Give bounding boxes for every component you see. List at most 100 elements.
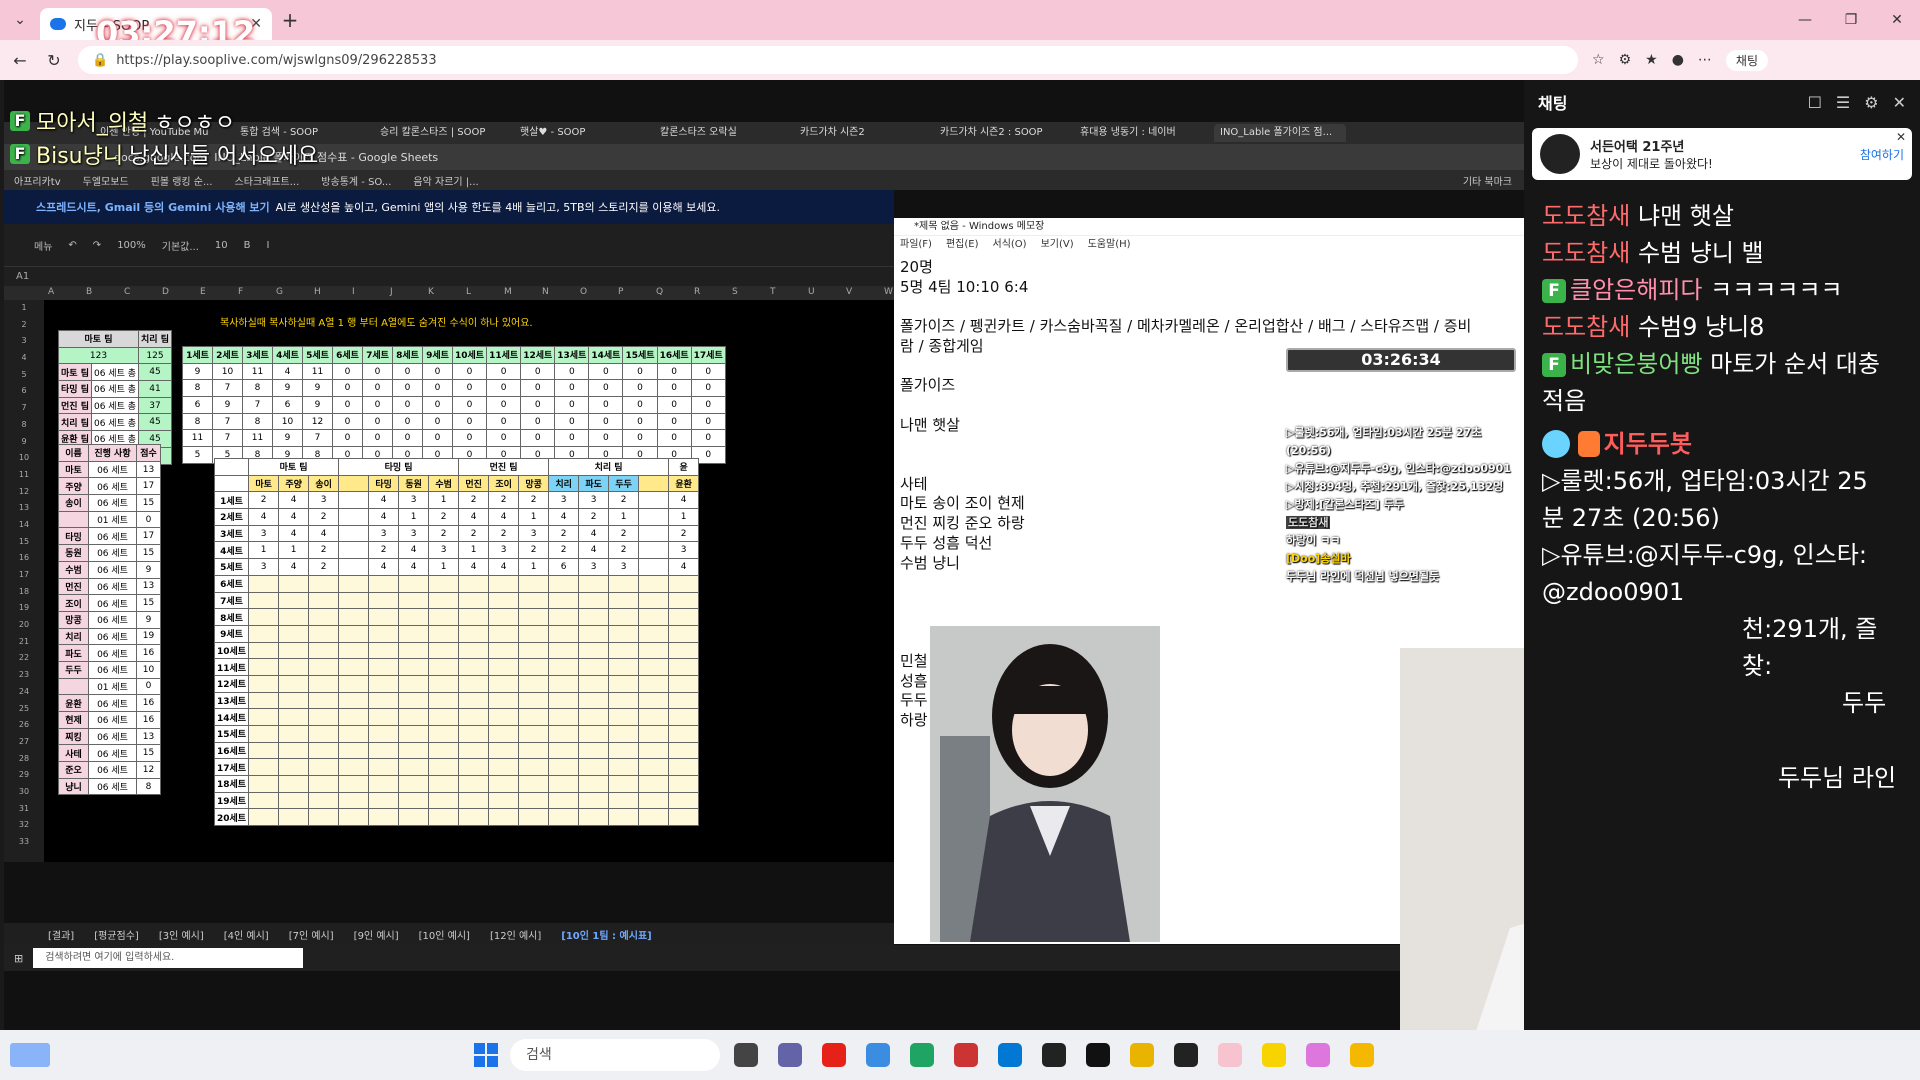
cell-empty	[518, 608, 550, 626]
overlay-info-line: ▷유튜브:@지두두-c9g, 인스타:@zdoo0901	[1286, 462, 1511, 475]
chat-nick[interactable]: 클암은해피다	[1570, 276, 1702, 304]
sheet-tab[interactable]: [결과]	[48, 927, 74, 942]
task-view-icon[interactable]	[734, 1043, 758, 1067]
sheet-tab[interactable]: [9인 예시]	[354, 927, 399, 942]
star-icon[interactable]: ☆	[1592, 52, 1605, 68]
cell-empty	[248, 608, 280, 626]
cell: 18세트	[213, 775, 250, 793]
cell-empty	[578, 808, 610, 827]
cell: 15	[136, 594, 161, 612]
restore-button[interactable]: ❐	[1828, 0, 1874, 40]
chat-notice-banner[interactable]: 서든어택 21주년 보상이 제대로 돌아왔다! 참여하기 ✕	[1532, 128, 1912, 180]
inner-taskbar: ⊞ 검색하려면 여기에 입력하세요.	[4, 945, 1524, 971]
kakao-icon[interactable]	[1262, 1043, 1286, 1067]
tab-list-icon[interactable]: ⌄	[0, 12, 40, 28]
cell: 8	[242, 412, 273, 431]
sheet-tab[interactable]: [7인 예시]	[289, 927, 334, 942]
cell-empty	[398, 641, 430, 660]
app-icon[interactable]	[1086, 1043, 1110, 1067]
chat-nick[interactable]: 비맞은붕어빵	[1570, 350, 1702, 378]
player-list-table: 이름 진행 사항 점수 마토 06 세트 13 주양 06 세트 17 송이 06 세트 15 01 세…	[58, 444, 161, 796]
cell: 9	[302, 379, 333, 398]
reload-icon[interactable]: ↻	[44, 51, 64, 70]
more-icon[interactable]: ⋯	[1698, 52, 1712, 68]
cell-empty	[428, 791, 460, 810]
sheet-tab[interactable]: [12인 예시]	[490, 927, 541, 942]
cell-empty	[668, 574, 700, 593]
chat-nick[interactable]: 도도참새	[1542, 202, 1630, 230]
cell: 0	[656, 412, 692, 431]
formula-bar: A1	[4, 266, 894, 286]
app-icon[interactable]	[1130, 1043, 1154, 1067]
cell: 06 세트 총	[90, 380, 140, 398]
cell: 15세트	[213, 725, 250, 743]
sheet-tab[interactable]: [3인 예시]	[159, 927, 204, 942]
cell-empty	[368, 741, 400, 760]
profile-icon[interactable]: ●	[1672, 52, 1684, 68]
cell-blank	[213, 458, 250, 476]
app-icon[interactable]	[1042, 1043, 1066, 1067]
cell: 9	[136, 560, 161, 579]
extensions-icon[interactable]: ⚙	[1619, 52, 1632, 68]
app-icon[interactable]	[954, 1043, 978, 1067]
cell: 9	[272, 429, 303, 448]
notice-join-button[interactable]: 참여하기	[1860, 146, 1904, 163]
users-icon[interactable]: ☰	[1836, 93, 1850, 112]
stream-video[interactable]: 이젠 안녕 | YouTube Mu 통합 검색 - SOOP 승리 칼론스타즈…	[4, 80, 1524, 1030]
cell-empty	[518, 574, 550, 593]
store-icon[interactable]	[998, 1043, 1022, 1067]
app-icon[interactable]	[1218, 1043, 1242, 1067]
favorites-icon[interactable]: ★	[1645, 52, 1658, 68]
sheet-tab[interactable]: [4인 예시]	[224, 927, 269, 942]
gear-icon[interactable]: ⚙	[1864, 93, 1878, 112]
close-icon[interactable]: ✕	[1896, 130, 1906, 144]
back-icon[interactable]: ←	[10, 51, 30, 70]
youtube-icon[interactable]	[822, 1043, 846, 1067]
cell: 8	[182, 412, 213, 431]
cell: 0	[622, 396, 658, 414]
cell-empty	[518, 791, 550, 810]
minimize-button[interactable]: —	[1782, 0, 1828, 40]
chat-text: ㅋㅋㅋㅋㅋㅋ	[1710, 276, 1843, 304]
taskbar-search[interactable]: 검색	[510, 1039, 720, 1071]
sheet-tab[interactable]: [평균점수]	[94, 927, 139, 942]
cell: 망콩	[58, 610, 89, 629]
edge-icon[interactable]	[910, 1043, 934, 1067]
chat-nick[interactable]: 지두두봇	[1604, 430, 1692, 458]
chat-text: 수범 냥니 밸	[1637, 239, 1764, 267]
new-tab-button[interactable]: +	[272, 8, 308, 32]
close-window-button[interactable]: ✕	[1874, 0, 1920, 40]
chat-nick[interactable]: 도도참새	[1542, 239, 1630, 267]
cell-empty	[578, 624, 610, 643]
chat-message: 도도참새 냐맨 햇살	[1542, 198, 1902, 235]
row-number: 12	[18, 486, 30, 496]
cell-empty	[248, 591, 280, 610]
table-row: 먼진 팀 06 세트 총 37	[58, 396, 172, 415]
app-icon[interactable]	[1174, 1043, 1198, 1067]
app-icon[interactable]	[866, 1043, 890, 1067]
cell: 3	[398, 524, 430, 543]
close-icon[interactable]: ✕	[1893, 93, 1906, 112]
start-icon[interactable]	[474, 1043, 498, 1067]
address-bar[interactable]: 🔒 https://play.sooplive.com/wjswlgns09/2…	[78, 46, 1578, 74]
cell: 치리 팀	[548, 458, 670, 476]
cell: 4	[398, 541, 430, 560]
cell: 0	[656, 379, 692, 398]
chat-app-icon[interactable]	[778, 1043, 802, 1067]
cell-empty	[548, 574, 580, 593]
cell: 16세트	[213, 741, 250, 760]
cell-empty	[488, 808, 520, 827]
app-icon[interactable]	[1306, 1043, 1330, 1067]
sheet-tab[interactable]: [10인 예시]	[419, 927, 470, 942]
checkbox-icon[interactable]: ☐	[1808, 93, 1822, 112]
widgets-icon[interactable]	[10, 1043, 50, 1067]
chat-nick[interactable]: 도도참새	[1542, 313, 1630, 341]
cell-empty	[668, 708, 700, 726]
sheet-tab[interactable]: [10인 1팀 : 예시표]	[561, 927, 651, 942]
cell-empty	[458, 725, 490, 743]
cell: 4	[398, 558, 430, 576]
folder-icon[interactable]	[1350, 1043, 1374, 1067]
chat-toggle-button[interactable]: 채팅	[1725, 49, 1768, 71]
chat-text: 냐맨 햇살	[1637, 202, 1734, 230]
table-row: 20세트	[213, 808, 700, 827]
